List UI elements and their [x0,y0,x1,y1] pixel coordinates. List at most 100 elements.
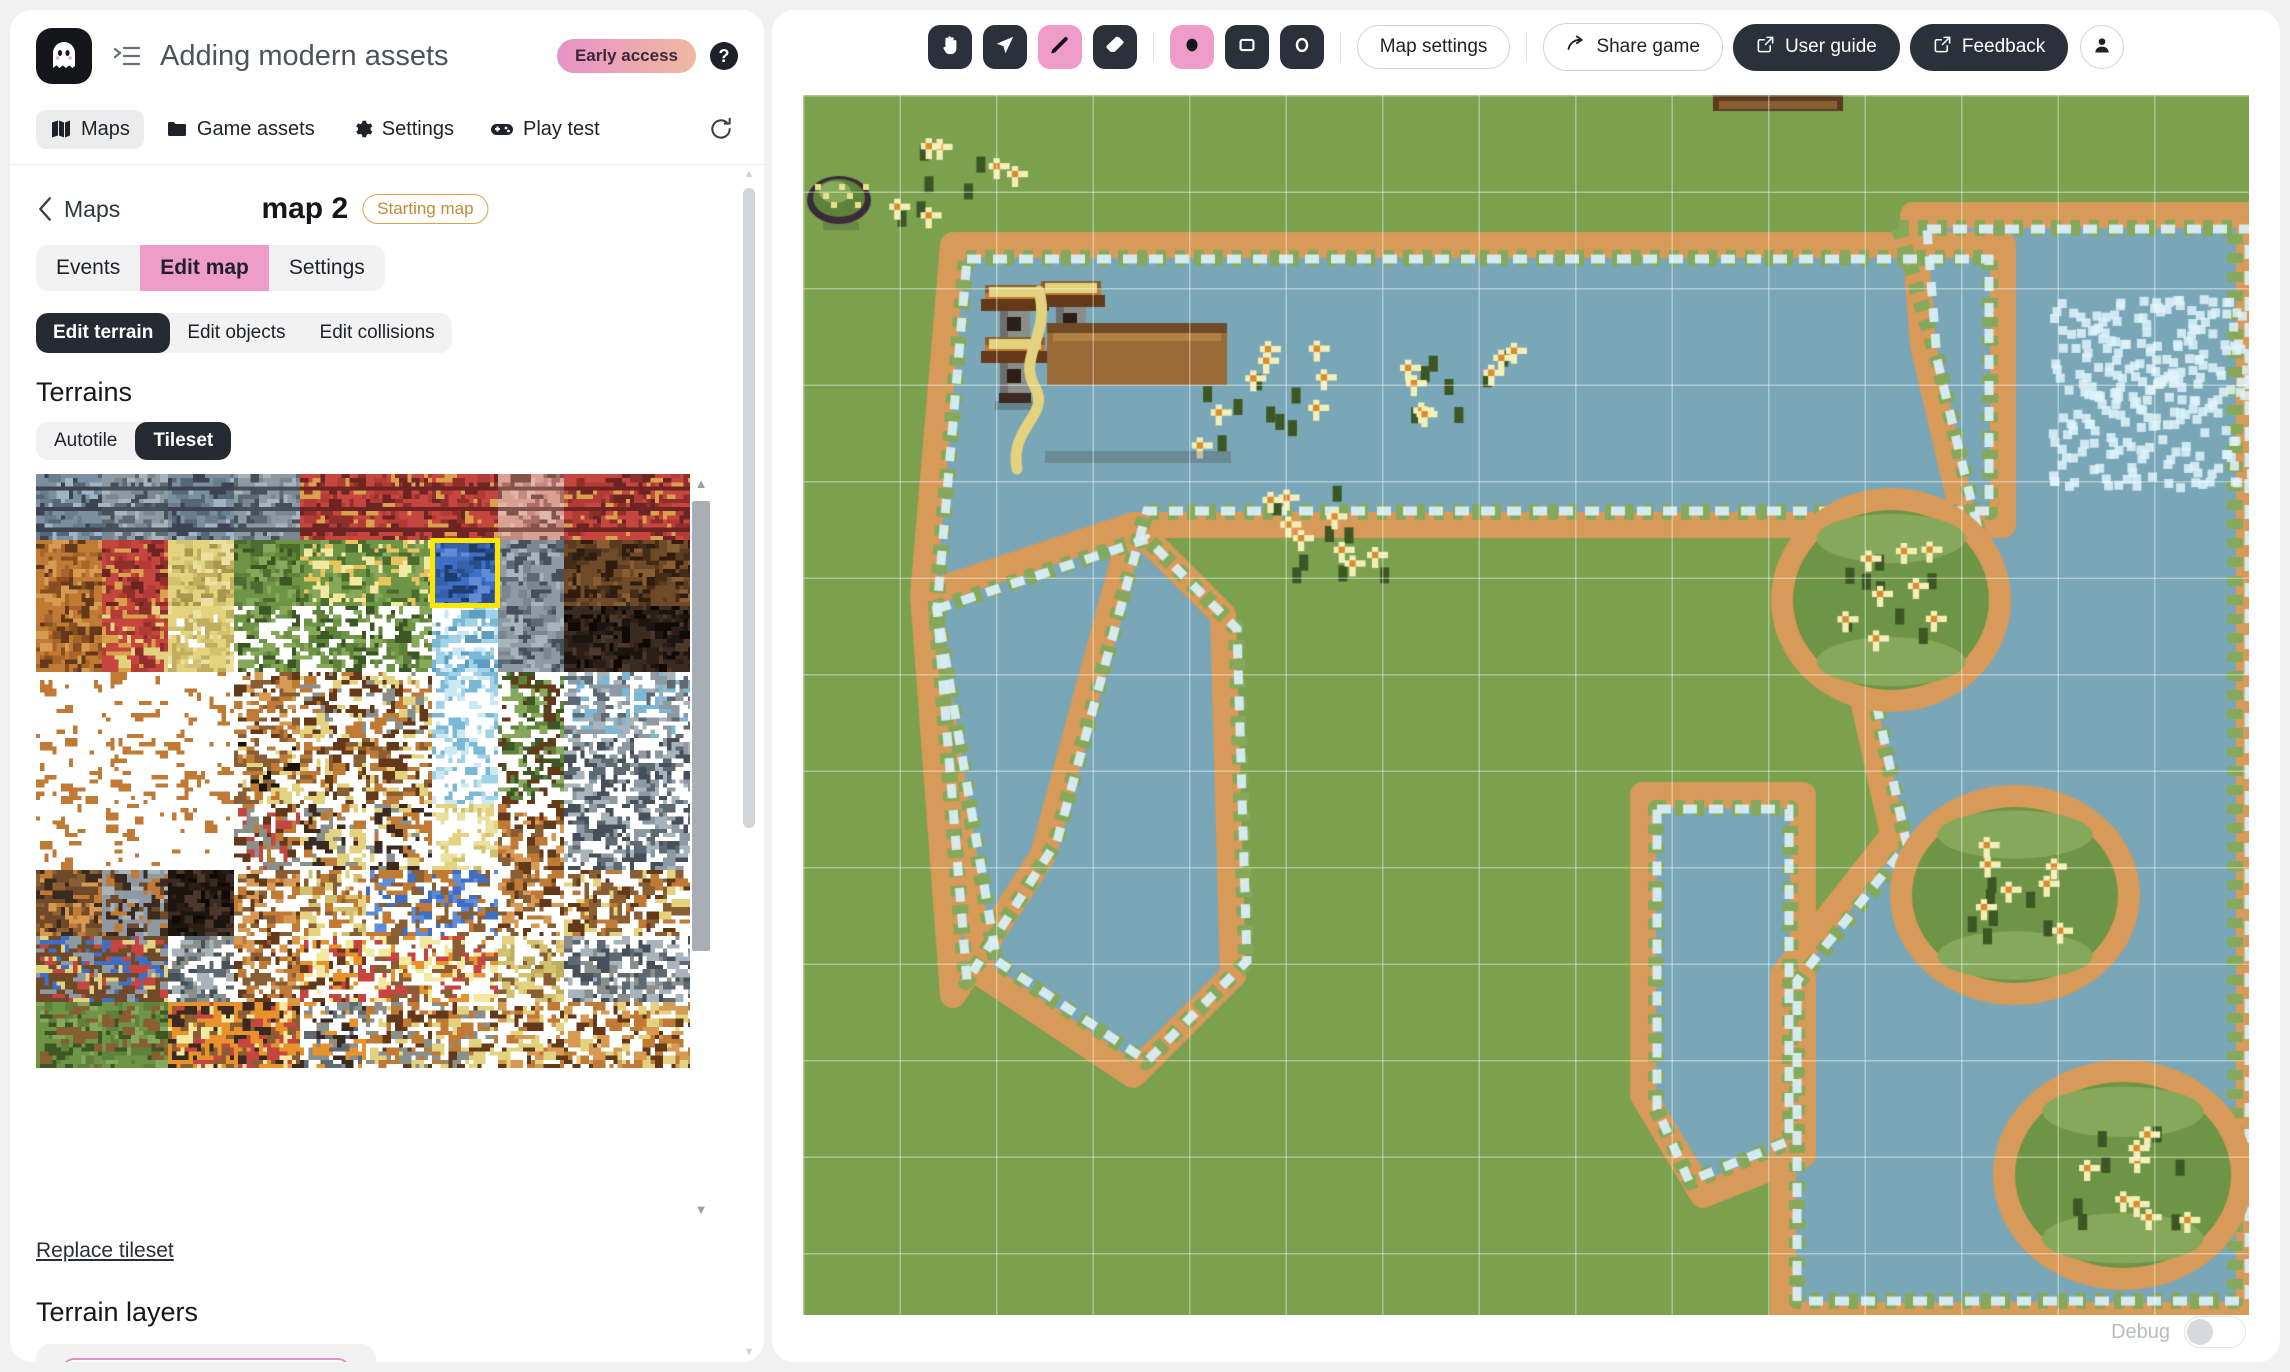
tileset-tile[interactable] [564,804,630,870]
tileset-tile[interactable] [102,738,168,804]
tileset-tile[interactable] [432,738,498,804]
tileset-tile[interactable] [168,474,234,540]
tileset-tile[interactable] [168,804,234,870]
tileset-tile[interactable] [102,474,168,540]
tileset-tile[interactable] [630,540,696,606]
tileset-tile[interactable] [432,936,498,1002]
map-canvas[interactable] [803,95,2249,1315]
tileset-tile[interactable] [432,870,498,936]
tileset-tile[interactable] [36,804,102,870]
tileset-tile[interactable] [102,804,168,870]
tileset-tile[interactable] [432,606,498,672]
map-terrain-layer[interactable] [803,95,2249,1315]
tileset-tile[interactable] [102,672,168,738]
tileset-tile[interactable] [36,540,102,606]
tileset-tile[interactable] [234,540,300,606]
tileset-tile[interactable] [630,1002,696,1068]
tab-events[interactable]: Events [36,245,140,291]
tileset-tile[interactable] [234,936,300,1002]
tileset-tile[interactable] [168,1002,234,1068]
tileset-tile[interactable] [366,804,432,870]
tileset-tile[interactable] [366,1002,432,1068]
tileset-tile[interactable] [432,804,498,870]
tileset-tile[interactable] [564,1002,630,1068]
share-game-button[interactable]: Share game [1543,23,1723,71]
tab-edit-map[interactable]: Edit map [140,245,269,291]
tileset-tile[interactable] [102,870,168,936]
rectangle-shape-tool-button[interactable] [1224,25,1269,69]
tileset-tile[interactable] [630,606,696,672]
tileset-tile[interactable] [630,936,696,1002]
tileset-tile[interactable] [498,540,564,606]
tileset-tile[interactable] [36,1002,102,1068]
nav-tab-maps[interactable]: Maps [36,109,144,149]
tileset-tile[interactable] [366,606,432,672]
nav-tab-game-assets[interactable]: Game assets [152,110,329,149]
eraser-tool-button[interactable] [1092,25,1137,69]
tileset-tile[interactable] [36,606,102,672]
sidebar-scroll-track[interactable] [740,184,758,1343]
tileset-tile[interactable] [168,606,234,672]
back-to-maps-link[interactable]: Maps [64,196,120,223]
tileset-tile[interactable] [168,540,234,606]
tab-settings[interactable]: Settings [269,245,385,291]
chevron-left-icon[interactable] [36,196,54,222]
tileset-tile[interactable] [498,672,564,738]
tileset-tile[interactable] [234,672,300,738]
tileset-tile[interactable] [630,672,696,738]
tileset-tile[interactable] [432,474,498,540]
tileset-tile[interactable] [498,474,564,540]
tileset-tile[interactable] [498,870,564,936]
fill-shape-tool-button[interactable] [1169,25,1214,69]
tileset-tile[interactable] [234,738,300,804]
tileset-tile[interactable] [630,738,696,804]
help-question-icon[interactable]: ? [710,42,738,70]
tileset-tile[interactable] [630,870,696,936]
tileset-tile[interactable] [300,540,366,606]
pencil-tool-button[interactable] [1037,25,1082,69]
tileset-tile[interactable] [432,1002,498,1068]
tileset-canvas[interactable] [36,474,696,1219]
tileset-tile[interactable] [498,738,564,804]
sidebar-scrollbar[interactable]: ▲ ▼ [740,165,758,1362]
tileset-tile[interactable] [498,1002,564,1068]
tileset-tile[interactable] [234,1002,300,1068]
tileset-tile[interactable] [234,870,300,936]
tileset-tile[interactable] [102,540,168,606]
tileset-scroll-thumb[interactable] [692,501,710,951]
replace-tileset-link[interactable]: Replace tileset [36,1239,174,1263]
tileset-tile[interactable] [168,936,234,1002]
tileset-tile[interactable] [300,474,366,540]
list-item[interactable] [62,1358,350,1362]
refresh-icon[interactable] [704,112,738,146]
tileset-tile[interactable] [564,540,630,606]
avatar[interactable] [2080,25,2125,69]
sidebar-scroll-thumb[interactable] [743,188,755,828]
tileset-tile[interactable] [36,474,102,540]
tileset-tile[interactable] [300,936,366,1002]
nav-tab-play-test[interactable]: Play test [476,110,614,149]
tab-edit-terrain[interactable]: Edit terrain [36,313,171,353]
tileset-tile[interactable] [234,474,300,540]
tileset-tile[interactable] [366,738,432,804]
tileset-tile[interactable] [300,870,366,936]
tab-edit-objects[interactable]: Edit objects [170,313,302,353]
tileset-tile[interactable] [300,1002,366,1068]
scroll-up-arrow-icon[interactable]: ▲ [695,474,708,493]
tileset-tile[interactable] [300,672,366,738]
tileset-tile[interactable] [300,738,366,804]
tileset-tile[interactable] [564,738,630,804]
tileset-tile[interactable] [366,870,432,936]
tileset-tile[interactable] [36,738,102,804]
debug-toggle[interactable] [2184,1316,2246,1348]
tileset-tile[interactable] [102,606,168,672]
scroll-down-arrow-icon[interactable]: ▼ [744,1343,755,1362]
scroll-down-arrow-icon[interactable]: ▼ [695,1200,708,1219]
tileset-tile[interactable] [366,672,432,738]
tileset-tile[interactable] [498,606,564,672]
tileset-tile[interactable] [366,474,432,540]
tileset-tile[interactable] [102,1002,168,1068]
tileset-tile[interactable] [168,870,234,936]
feedback-button[interactable]: Feedback [1909,23,2069,71]
tileset-scrollbar[interactable]: ▲ ▼ [690,474,712,1219]
